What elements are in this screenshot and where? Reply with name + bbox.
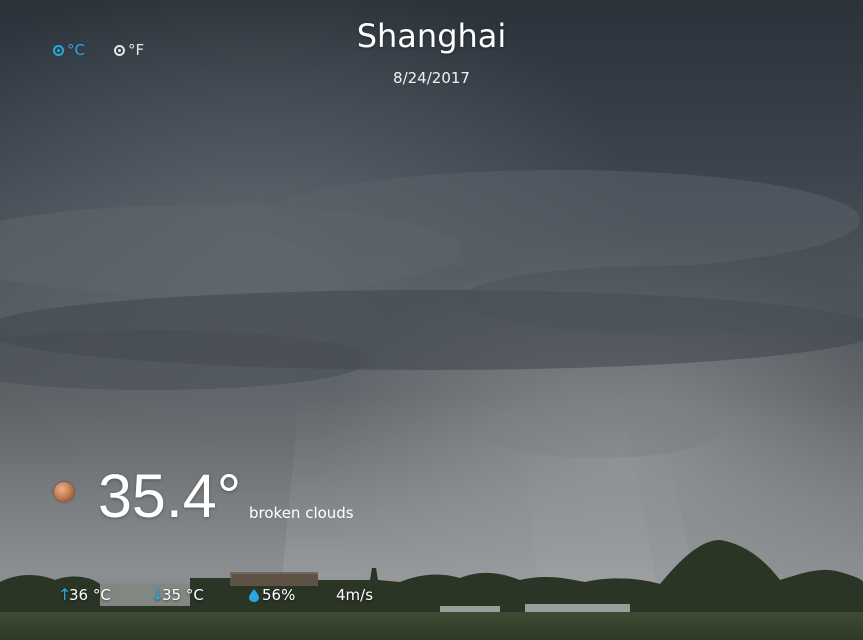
wind-speed-value: 4m/s [336, 586, 374, 604]
low-temperature: ↓ 35 °C [151, 585, 204, 605]
current-temperature: 35.4° [98, 462, 242, 530]
humidity-value: 56% [262, 586, 296, 604]
background-storm-photo [0, 0, 863, 640]
arrow-down-icon: ↓ [151, 585, 165, 604]
low-temperature-value: 35 °C [162, 586, 204, 604]
high-temperature: ↑ 36 °C [58, 585, 111, 605]
city-name: Shanghai [356, 17, 507, 55]
humidity: 56% [249, 585, 295, 605]
forecast-date: 8/24/2017 [393, 69, 470, 87]
arrow-up-icon: ↑ [58, 585, 72, 604]
wind-speed: 4m/s [336, 585, 373, 605]
water-drop-icon [249, 588, 259, 602]
high-temperature-value: 36 °C [69, 586, 111, 604]
weather-description: broken clouds [249, 504, 354, 522]
broken-clouds-icon [54, 482, 74, 502]
